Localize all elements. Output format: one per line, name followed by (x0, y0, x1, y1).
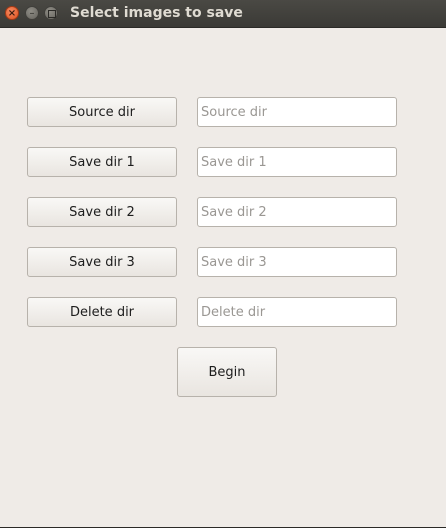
save-dir-2-input[interactable] (197, 197, 397, 227)
save-dir-2-button[interactable]: Save dir 2 (27, 197, 177, 227)
save-dir-1-input[interactable] (197, 147, 397, 177)
window-title: Select images to save (70, 5, 243, 21)
close-icon[interactable]: × (5, 6, 19, 20)
save-dir-3-button[interactable]: Save dir 3 (27, 247, 177, 277)
maximize-icon[interactable] (44, 6, 58, 20)
save-dir-3-input[interactable] (197, 247, 397, 277)
delete-dir-input[interactable] (197, 297, 397, 327)
title-bar[interactable]: × – Select images to save (0, 0, 446, 28)
begin-button[interactable]: Begin (177, 347, 277, 397)
source-dir-input[interactable] (197, 97, 397, 127)
minimize-icon[interactable]: – (25, 6, 39, 20)
save-dir-1-button[interactable]: Save dir 1 (27, 147, 177, 177)
delete-dir-button[interactable]: Delete dir (27, 297, 177, 327)
source-dir-button[interactable]: Source dir (27, 97, 177, 127)
